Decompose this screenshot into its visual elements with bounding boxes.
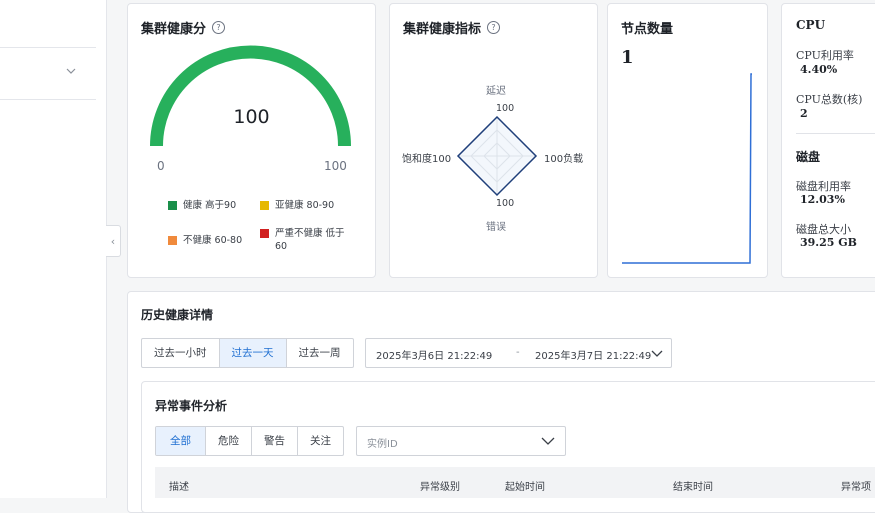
node-count-card: 节点数量 1 — [607, 3, 768, 278]
legend-label: 严重不健康 低于60 — [275, 228, 345, 252]
column-end-time: 结束时间 — [673, 482, 713, 493]
radar-label-latency: 延迟 — [486, 86, 506, 97]
cpu-cores-value: 2 — [800, 107, 808, 120]
divider — [796, 133, 875, 134]
radar-value-error: 100 — [496, 198, 515, 209]
legend-swatch — [260, 229, 269, 238]
start-date[interactable]: 2025年3月6日 21:22:49 — [376, 347, 492, 362]
disk-total-label: 磁盘总大小 — [796, 223, 851, 236]
cpu-title: CPU — [796, 18, 826, 32]
instance-id-placeholder: 实例ID — [367, 439, 398, 450]
legend-subhealthy: 亚健康 80-90 — [260, 199, 334, 212]
cpu-usage-label: CPU利用率 — [796, 49, 854, 62]
sidebar-divider — [0, 47, 96, 48]
health-score-value: 100 — [233, 106, 270, 128]
node-count-sparkline — [622, 73, 752, 264]
health-score-card: 集群健康分 ? 100 0 100 健康 高于90 亚健康 80-90 不健康 … — [127, 3, 376, 278]
legend-label: 不健康 60-80 — [183, 235, 243, 246]
legend-label: 健康 高于90 — [183, 200, 237, 211]
radar-chart — [456, 115, 538, 197]
radar-name-saturation: 饱和度 — [402, 154, 432, 165]
date-separator: - — [516, 347, 520, 358]
health-indicators-card: 集群健康指标 ? 延迟 100 100负载 100 错误 饱和度100 — [389, 3, 598, 278]
radar-label-saturation: 饱和度100 — [402, 150, 451, 165]
column-start-time: 起始时间 — [505, 482, 545, 493]
sidebar-divider — [0, 99, 96, 100]
cpu-usage-value: 4.40% — [800, 63, 838, 76]
filter-warning-button[interactable]: 警告 — [252, 427, 298, 455]
radar-name-load: 负载 — [563, 154, 584, 165]
date-range-picker[interactable]: 2025年3月6日 21:22:49 - 2025年3月7日 21:22:49 — [365, 338, 672, 368]
chevron-down-icon[interactable] — [651, 348, 663, 358]
range-last-day-button[interactable]: 过去一天 — [219, 339, 287, 367]
gauge-arc — [150, 45, 351, 147]
end-date[interactable]: 2025年3月7日 21:22:49 — [535, 347, 651, 362]
column-description: 描述 — [169, 482, 189, 493]
chevron-down-icon[interactable] — [541, 436, 555, 446]
radar-label-load: 100负载 — [544, 150, 583, 165]
gauge-min-label: 0 — [157, 159, 165, 173]
resource-card: CPU CPU利用率 4.40% CPU总数(核) 2 磁盘 磁盘利用率 12.… — [781, 3, 875, 278]
gauge-max-label: 100 — [324, 159, 347, 173]
filter-attention-button[interactable]: 关注 — [298, 427, 343, 455]
history-title: 历史健康详情 — [141, 308, 214, 322]
legend-swatch — [260, 201, 269, 210]
radar-value-latency: 100 — [496, 103, 515, 114]
disk-total-value: 39.25 GB — [800, 236, 857, 249]
chevron-down-icon[interactable] — [66, 66, 76, 76]
disk-title: 磁盘 — [796, 150, 821, 164]
disk-usage-label: 磁盘利用率 — [796, 180, 851, 193]
radar-label-error: 错误 — [486, 222, 506, 233]
events-title: 异常事件分析 — [155, 399, 228, 413]
legend-swatch — [168, 201, 177, 210]
range-last-hour-button[interactable]: 过去一小时 — [142, 339, 220, 367]
cpu-cores-label: CPU总数(核) — [796, 93, 863, 106]
radar-value-saturation: 100 — [432, 154, 452, 165]
column-anomaly-item: 异常项 — [841, 482, 871, 493]
chevron-left-icon: ‹ — [110, 234, 116, 248]
column-severity: 异常级别 — [420, 482, 460, 493]
time-range-group: 过去一小时 过去一天 过去一周 — [141, 338, 354, 368]
legend-label: 亚健康 80-90 — [275, 200, 335, 211]
radar-value-load: 100 — [544, 154, 564, 165]
legend-swatch — [168, 236, 177, 245]
legend-critical: 严重不健康 低于60 — [260, 227, 350, 253]
legend-unhealthy: 不健康 60-80 — [168, 234, 242, 247]
health-gauge — [150, 45, 351, 147]
severity-filter-group: 全部 危险 警告 关注 — [155, 426, 344, 456]
filter-all-button[interactable]: 全部 — [156, 427, 206, 455]
collapse-sidebar-button[interactable]: ‹ — [106, 225, 121, 257]
range-last-week-button[interactable]: 过去一周 — [287, 339, 353, 367]
disk-usage-value: 12.03% — [800, 193, 845, 206]
sidebar — [0, 0, 107, 498]
legend-healthy: 健康 高于90 — [168, 199, 236, 212]
sparkline-series — [622, 73, 752, 264]
filter-danger-button[interactable]: 危险 — [206, 427, 252, 455]
instance-id-select[interactable]: 实例ID — [356, 426, 566, 456]
